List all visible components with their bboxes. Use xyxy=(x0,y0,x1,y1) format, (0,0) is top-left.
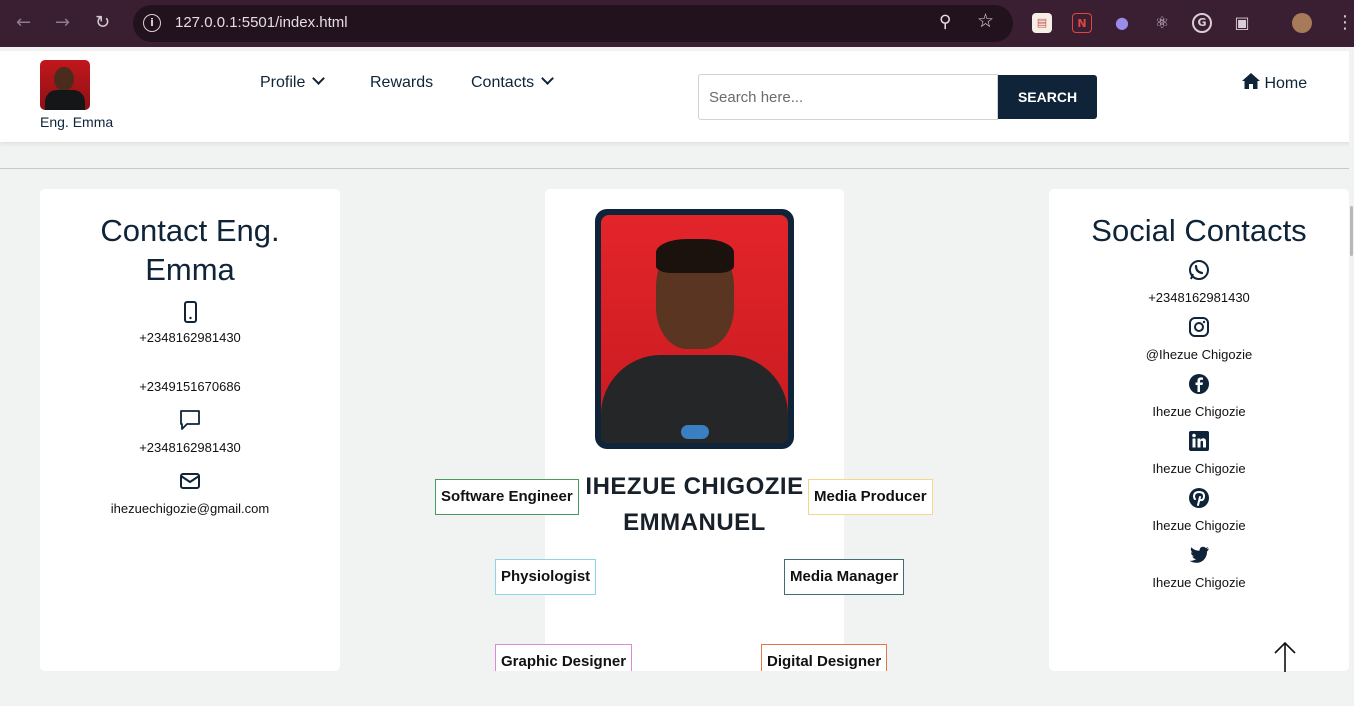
extension-react-icon[interactable]: ⚛ xyxy=(1152,13,1172,33)
mobile-phone-icon xyxy=(184,301,197,323)
profile-avatar-icon[interactable] xyxy=(1292,13,1312,33)
zoom-icon[interactable]: ⚲ xyxy=(939,12,951,32)
extensions-puzzle-icon[interactable]: ▣ xyxy=(1232,13,1252,33)
profile-photo xyxy=(601,215,788,443)
scrollbar-thumb[interactable] xyxy=(1350,206,1353,256)
contact-message[interactable]: +2348162981430 xyxy=(40,440,340,455)
extension-ghost-icon[interactable]: ● xyxy=(1112,13,1132,33)
nav-profile[interactable]: Profile xyxy=(260,72,326,92)
facebook-icon[interactable] xyxy=(1188,373,1210,395)
site-header: Eng. Emma Profile Rewards Contacts SEARC… xyxy=(0,51,1354,142)
role-media-manager: Media Manager xyxy=(784,559,905,595)
profile-full-name: IHEZUE CHIGOZIE EMMANUEL xyxy=(545,469,844,541)
brand-name[interactable]: Eng. Emma xyxy=(40,114,113,130)
social-card-title: Social Contacts xyxy=(1091,213,1307,248)
social-twitter[interactable]: Ihezue Chigozie xyxy=(1049,575,1349,590)
avatar-body-shape xyxy=(45,90,85,110)
bookmark-star-icon[interactable]: ☆ xyxy=(977,10,994,32)
scroll-to-top-arrow-icon[interactable] xyxy=(1272,640,1298,674)
nav-rewards[interactable]: Rewards xyxy=(370,74,433,92)
social-instagram[interactable]: @Ihezue Chigozie xyxy=(1049,347,1349,362)
browser-toolbar: ← → ↻ i 127.0.0.1:5501/index.html ⚲ ☆ ▤ … xyxy=(0,0,1354,47)
twitter-icon[interactable] xyxy=(1188,544,1210,566)
contact-phone-1[interactable]: +2348162981430 xyxy=(40,330,340,345)
search-button[interactable]: SEARCH xyxy=(998,75,1097,119)
social-whatsapp[interactable]: +2348162981430 xyxy=(1049,290,1349,305)
social-pinterest[interactable]: Ihezue Chigozie xyxy=(1049,518,1349,533)
nav-contacts[interactable]: Contacts xyxy=(471,72,555,92)
search-input[interactable] xyxy=(698,74,998,120)
social-facebook[interactable]: Ihezue Chigozie xyxy=(1049,404,1349,419)
forward-icon[interactable]: → xyxy=(55,12,70,34)
social-linkedin[interactable]: Ihezue Chigozie xyxy=(1049,461,1349,476)
nav-home[interactable]: Home xyxy=(1242,73,1307,93)
extension-n-icon[interactable]: N xyxy=(1072,13,1092,33)
role-physiologist: Physiologist xyxy=(495,559,597,595)
avatar-face-shape xyxy=(54,67,74,91)
address-url[interactable]: 127.0.0.1:5501/index.html xyxy=(175,14,348,31)
profile-photo-frame xyxy=(595,209,794,449)
social-card: Social Contacts +2348162981430 @Ihezue C… xyxy=(1049,189,1349,671)
contact-card: Contact Eng. Emma +2348162981430 +234915… xyxy=(40,189,340,671)
address-bar[interactable]: i 127.0.0.1:5501/index.html ⚲ ☆ xyxy=(133,5,1013,42)
chevron-down-icon xyxy=(541,72,555,85)
nav-profile-label: Profile xyxy=(260,74,306,91)
reload-icon[interactable]: ↻ xyxy=(95,12,110,34)
photo-hair-shape xyxy=(656,239,734,273)
extension-grammar-icon[interactable]: G xyxy=(1192,13,1212,33)
whatsapp-icon[interactable] xyxy=(1188,259,1210,281)
home-icon xyxy=(1242,73,1260,89)
contact-phone-2[interactable]: +2349151670686 xyxy=(40,379,340,394)
contact-card-title: Contact Eng. Emma xyxy=(100,213,280,287)
instagram-icon[interactable] xyxy=(1188,316,1210,338)
extension-notes-icon[interactable]: ▤ xyxy=(1032,13,1052,33)
role-software-engineer: Software Engineer xyxy=(435,479,579,515)
envelope-icon xyxy=(180,473,200,489)
nav-contacts-label: Contacts xyxy=(471,74,535,91)
profile-card: IHEZUE CHIGOZIE EMMANUEL xyxy=(545,189,844,671)
profile-name-line-2: EMMANUEL xyxy=(623,509,766,536)
nav-home-label: Home xyxy=(1264,75,1308,92)
pinterest-icon[interactable] xyxy=(1188,487,1210,509)
linkedin-icon[interactable] xyxy=(1188,430,1210,452)
chevron-down-icon xyxy=(312,72,326,85)
site-info-icon[interactable]: i xyxy=(143,14,161,32)
section-divider xyxy=(0,168,1349,169)
brand-avatar[interactable] xyxy=(40,60,90,110)
contact-email[interactable]: ihezuechigozie@gmail.com xyxy=(40,501,340,516)
back-icon[interactable]: ← xyxy=(16,12,31,34)
profile-name-line-1: IHEZUE CHIGOZIE xyxy=(585,473,804,500)
browser-menu-icon[interactable]: ⋮ xyxy=(1336,12,1354,34)
role-media-producer: Media Producer xyxy=(808,479,933,515)
message-icon xyxy=(180,410,200,430)
page-scrollbar[interactable] xyxy=(1349,51,1354,706)
photo-shirt-logo xyxy=(681,425,709,439)
